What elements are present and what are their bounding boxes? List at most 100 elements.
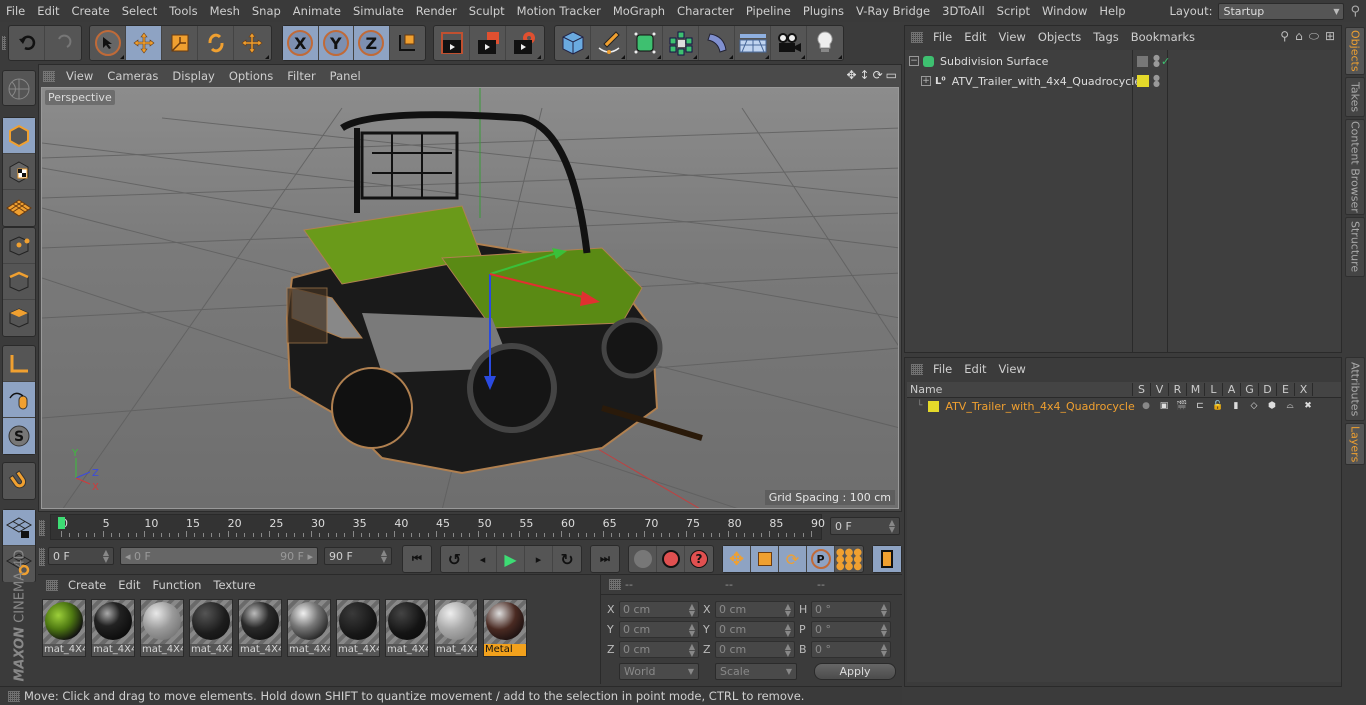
go-to-end-icon[interactable]: ⏭ [591,546,619,572]
redo-icon[interactable] [45,26,81,60]
model-mode-icon[interactable] [3,118,35,154]
expressions-icon[interactable]: ⌓ [1281,401,1299,411]
menu-select[interactable]: Select [116,4,163,18]
range-slider[interactable]: ◂ 0 F 90 F ▸ [120,547,318,565]
axis-mode-icon[interactable] [3,346,35,382]
object-name[interactable]: ATV_Trailer_with_4x4_Quadrocycle [952,75,1141,88]
material-swatch[interactable]: Metal [483,599,527,657]
object-menu-edit[interactable]: Edit [958,30,992,44]
new-window-icon[interactable]: ⊞ [1325,29,1335,44]
search-icon[interactable]: ⚲ [1350,4,1360,19]
lock-icon[interactable]: 🔓 [1209,401,1227,411]
home-icon[interactable]: ⌂ [1295,29,1303,44]
material-swatch[interactable]: mat_4X4 [385,599,429,657]
pan-icon[interactable]: ✥ [846,68,856,82]
apply-button[interactable]: Apply [814,663,896,680]
search-icon[interactable]: ⚲ [1280,29,1289,44]
cloner-icon[interactable] [663,26,699,60]
coordinate-space-dropdown[interactable]: World ▼ [619,663,699,680]
tab-content-browser[interactable]: Content Browser [1345,119,1365,215]
tab-structure[interactable]: Structure [1345,217,1365,277]
rotation-p-field[interactable]: 0 ° ▲ ▼ [811,621,891,638]
start-frame-field[interactable]: 0 F ▲ ▼ [48,547,114,565]
panel-grip[interactable] [911,363,923,375]
layer-row[interactable]: └ ATV_Trailer_with_4x4_Quadrocycle ● ▣ 🎬 ⊏ 🔓… [907,398,1341,414]
object-menu-view[interactable]: View [993,30,1032,44]
menu-animate[interactable]: Animate [287,4,347,18]
menu-plugins[interactable]: Plugins [797,4,850,18]
viewport-menu-view[interactable]: View [59,69,100,83]
layer-column-r[interactable]: R [1169,383,1187,396]
make-editable-icon[interactable] [3,71,35,107]
autokey-icon[interactable] [657,546,685,572]
viewport-menu-cameras[interactable]: Cameras [100,69,165,83]
current-frame-field[interactable]: 0 F ▲ ▼ [830,517,900,535]
solo-mode-icon[interactable]: S [3,418,35,454]
material-swatch[interactable]: mat_4X4 [91,599,135,657]
play-icon[interactable]: ▶ [497,546,525,572]
move-icon[interactable] [126,26,162,60]
z-axis-lock-icon[interactable]: Z [354,26,390,60]
viewport-menu-filter[interactable]: Filter [280,69,322,83]
panel-grip[interactable] [43,70,55,82]
playhead[interactable] [58,517,65,529]
menu-pipeline[interactable]: Pipeline [740,4,797,18]
points-mode-icon[interactable] [3,228,35,264]
layer-column-g[interactable]: G [1241,383,1259,396]
key-rotation-icon[interactable]: ⟳ [779,546,807,572]
material-swatch[interactable]: mat_4X4 [42,599,86,657]
size-z-field[interactable]: 0 cm ▲ ▼ [715,641,795,658]
material-menu-edit[interactable]: Edit [112,578,146,592]
tweak-mode-icon[interactable] [3,382,35,418]
position-z-field[interactable]: 0 cm ▲ ▼ [619,641,699,658]
menu-file[interactable]: File [0,4,31,18]
viewport-menu-panel[interactable]: Panel [323,69,368,83]
deformer-icon[interactable] [699,26,735,60]
tab-attributes[interactable]: Attributes [1345,357,1365,421]
layout-dropdown[interactable]: Startup ▼ [1218,2,1345,20]
light-icon[interactable] [807,26,843,60]
viewport-menu-display[interactable]: Display [165,69,221,83]
orbit-icon[interactable]: ⟳ [873,68,883,82]
position-x-field[interactable]: 0 cm ▲ ▼ [619,601,699,618]
rotation-h-field[interactable]: 0 ° ▲ ▼ [811,601,891,618]
undo-icon[interactable] [9,26,45,60]
layer-column-name[interactable]: Name [907,383,1133,396]
material-swatch[interactable]: mat_4X4 [140,599,184,657]
object-menu-bookmarks[interactable]: Bookmarks [1125,30,1201,44]
position-y-field[interactable]: 0 cm ▲ ▼ [619,621,699,638]
object-menu-objects[interactable]: Objects [1032,30,1087,44]
toggle-icon[interactable]: ⬭ [1309,29,1319,44]
3d-viewport[interactable]: Y Z X Perspective Grid Spacing : 100 cm [41,87,899,509]
menu-script[interactable]: Script [991,4,1036,18]
scale-icon[interactable] [162,26,198,60]
render-view-icon[interactable] [434,26,470,60]
menu-character[interactable]: Character [671,4,740,18]
previous-frame-icon[interactable]: ◂ [469,546,497,572]
tab-objects[interactable]: Objects [1345,27,1365,75]
material-menu-function[interactable]: Function [147,578,208,592]
layer-column-m[interactable]: M [1187,383,1205,396]
rotation-b-field[interactable]: 0 ° ▲ ▼ [811,641,891,658]
panel-grip[interactable] [46,579,58,591]
cube-primitive-icon[interactable] [555,26,591,60]
layer-column-s[interactable]: S [1133,383,1151,396]
tab-takes[interactable]: Takes [1345,77,1365,117]
layer-column-v[interactable]: V [1151,383,1169,396]
key-scale-icon[interactable] [751,546,779,572]
layer-column-l[interactable]: L [1205,383,1223,396]
expand-icon[interactable]: + [921,76,931,86]
layer-column-a[interactable]: A [1223,383,1241,396]
menu-motion-tracker[interactable]: Motion Tracker [511,4,607,18]
visibility-dots-icon[interactable]: ● ● [1153,74,1160,88]
timeline-icon[interactable] [873,546,901,572]
manager-icon[interactable]: ⊏ [1191,401,1209,411]
menu-snap[interactable]: Snap [246,4,287,18]
key-parameter-icon[interactable]: P [807,546,835,572]
maximize-view-icon[interactable]: ▭ [886,68,897,82]
viewport-menu-options[interactable]: Options [222,69,280,83]
dolly-icon[interactable]: ↕ [860,68,870,82]
spline-pen-icon[interactable] [591,26,627,60]
layer-color-swatch[interactable] [1137,75,1149,87]
visible-icon[interactable]: ▣ [1155,401,1173,411]
